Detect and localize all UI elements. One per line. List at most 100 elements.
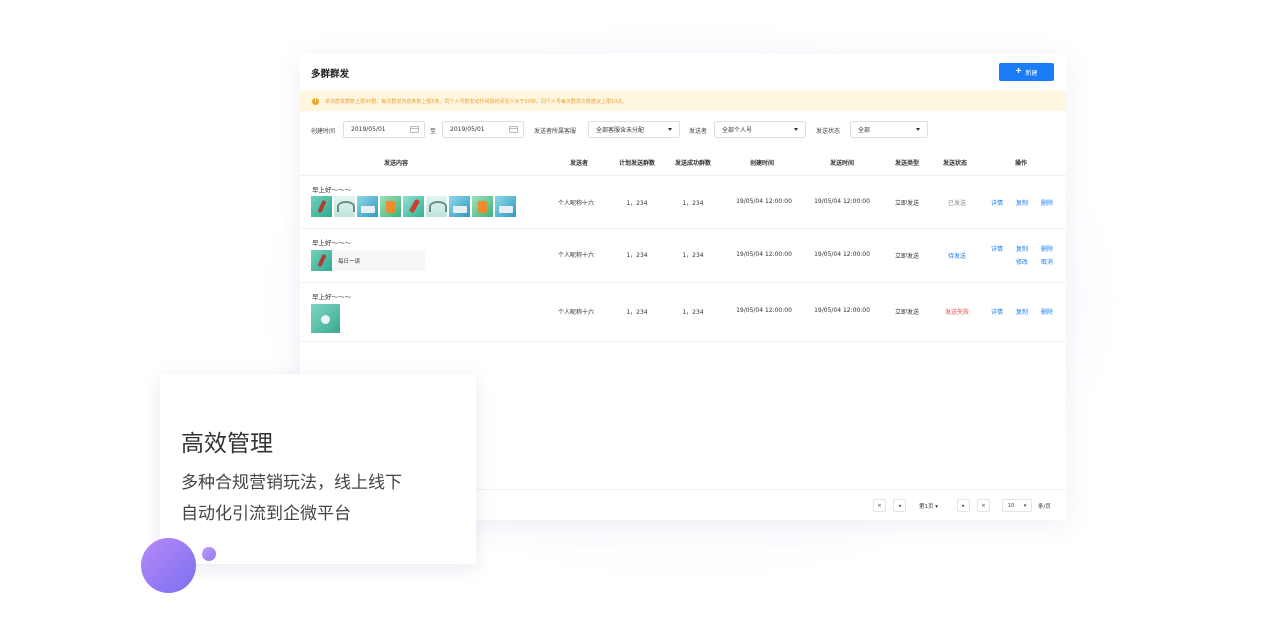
edit-link[interactable]: 修改 [1016, 257, 1028, 266]
greeting-text: 早上好～～～ [312, 186, 351, 194]
feature-title: 高效管理 [181, 431, 273, 457]
table-row: 早上好～～～ 个人昵称十六 1，234 1，234 19/05/04 12:00… [300, 176, 1066, 229]
greeting-text: 早上好～～～ [312, 293, 351, 301]
chevron-down-icon [916, 128, 920, 131]
first-page-icon: × [877, 502, 882, 509]
detail-link[interactable]: 详情 [991, 198, 1003, 207]
sender-cell: 个人昵称十六 [557, 309, 595, 316]
laptop-image[interactable] [357, 196, 378, 217]
notice-bar: ! 单次群发群数上限30群，每次群发内容条数上限5条。同个人号群发动作间隔时间至… [300, 91, 1066, 111]
status-label: 发送状态 [816, 128, 841, 135]
plus-icon: + [1015, 66, 1022, 77]
table-header: 发送内容 发送者 计划发送群数 发送成功群数 创建时间 发送时间 发送类型 发送… [300, 148, 1066, 176]
calendar-icon [410, 126, 419, 133]
created-time-label: 创建时间 [311, 128, 336, 135]
article-card[interactable]: 每日一读 [311, 250, 425, 271]
page-size-value: 10 [1007, 502, 1015, 509]
sent-cell: 19/05/04 12:00:00 [814, 307, 870, 314]
laptop-image[interactable] [495, 196, 516, 217]
mic-image[interactable] [403, 196, 424, 217]
success-cell: 1，234 [682, 309, 704, 316]
sender-cell: 个人昵称十六 [557, 200, 595, 207]
delete-link[interactable]: 删除 [1041, 307, 1053, 316]
copy-link[interactable]: 复制 [1016, 198, 1028, 207]
table-row: 早上好～～～ 个人昵称十六 1，234 1，234 19/05/04 12:00… [300, 283, 1066, 342]
status-select[interactable]: 全部 [850, 121, 928, 138]
sent-cell: 19/05/04 12:00:00 [814, 198, 870, 205]
next-page-button[interactable]: ▸ [957, 499, 970, 512]
page-title: 多群群发 [311, 69, 350, 80]
chevron-right-icon: ▸ [962, 502, 965, 509]
delete-link[interactable]: 删除 [1041, 198, 1053, 207]
panel-header: 多群群发 + 新建 [300, 54, 1066, 91]
wifi-image[interactable] [426, 196, 447, 217]
start-date-value: 2019/05/01 [351, 126, 386, 133]
page-size-select[interactable]: 10 ▾ [1002, 499, 1032, 512]
chevron-down-icon [668, 128, 672, 131]
planned-cell: 1，234 [626, 252, 648, 259]
sender-label: 发送者 [689, 128, 708, 135]
last-page-button[interactable]: × [977, 499, 990, 512]
prev-page-button[interactable]: ◂ [893, 499, 906, 512]
col-content: 发送内容 [383, 160, 409, 167]
detail-link[interactable]: 详情 [991, 244, 1003, 253]
type-cell: 立即发送 [894, 253, 920, 260]
chevron-down-icon: ▾ [1023, 502, 1027, 509]
last-page-icon: × [981, 502, 986, 509]
image-thumbs [311, 196, 516, 217]
service-select[interactable]: 全部客服含未分配 [588, 121, 680, 138]
feature-desc-line1: 多种合规营销玩法，线上线下 [181, 473, 402, 493]
notice-text: 单次群发群数上限30群，每次群发内容条数上限5条。同个人号群发动作间隔时间至少大… [325, 98, 628, 105]
current-page-select[interactable]: 第1页 ▾ [919, 502, 938, 510]
wifi-image[interactable] [334, 196, 355, 217]
sender-cell: 个人昵称十六 [557, 252, 595, 259]
success-cell: 1，234 [682, 200, 704, 207]
current-page-label: 第1页 [919, 504, 934, 510]
sender-select-value: 全部个人号 [722, 127, 753, 134]
new-button-label: 新建 [1025, 70, 1038, 77]
cancel-link[interactable]: 取消 [1041, 257, 1053, 266]
status-badge: 已发送 [947, 200, 967, 207]
table-row: 早上好～～～ 每日一读 个人昵称十六 1，234 1，234 19/05/04 … [300, 229, 1066, 283]
feature-card: 高效管理 多种合规营销玩法，线上线下 自动化引流到企微平台 [160, 374, 476, 564]
col-sent: 发送时间 [829, 160, 855, 167]
col-planned: 计划发送群数 [618, 160, 656, 167]
type-cell: 立即发送 [894, 200, 920, 207]
end-date-input[interactable]: 2019/05/01 [442, 121, 524, 138]
status-badge: 待发送 [947, 253, 967, 260]
col-created: 创建时间 [749, 160, 775, 167]
new-button[interactable]: + 新建 [999, 63, 1054, 81]
greeting-text: 早上好～～～ [312, 239, 351, 247]
status-select-value: 全部 [858, 127, 871, 134]
laptop-image[interactable] [449, 196, 470, 217]
copy-link[interactable]: 复制 [1016, 244, 1028, 253]
success-cell: 1，234 [682, 252, 704, 259]
calendar-icon [509, 126, 518, 133]
orange-image[interactable] [472, 196, 493, 217]
video-image[interactable] [311, 304, 340, 333]
created-cell: 19/05/04 12:00:00 [736, 198, 792, 205]
decor-ball-large [141, 538, 196, 593]
copy-link[interactable]: 复制 [1016, 307, 1028, 316]
type-cell: 立即发送 [894, 309, 920, 316]
image-thumbs [311, 304, 340, 333]
col-sender: 发送者 [569, 160, 589, 167]
created-cell: 19/05/04 12:00:00 [736, 251, 792, 258]
chevron-left-icon: ◂ [898, 502, 901, 509]
mic-image[interactable] [311, 196, 332, 217]
planned-cell: 1，234 [626, 200, 648, 207]
sender-select[interactable]: 全部个人号 [714, 121, 806, 138]
page-size-unit: 条/页 [1038, 504, 1051, 510]
filter-bar: 创建时间 2019/05/01 至 2019/05/01 发送者所属客服 全部客… [300, 120, 1066, 140]
sent-cell: 19/05/04 12:00:00 [814, 251, 870, 258]
start-date-input[interactable]: 2019/05/01 [343, 121, 425, 138]
col-status: 发送状态 [942, 160, 968, 167]
detail-link[interactable]: 详情 [991, 307, 1003, 316]
planned-cell: 1，234 [626, 309, 648, 316]
service-label: 发送者所属客服 [534, 128, 577, 135]
orange-image[interactable] [380, 196, 401, 217]
warning-icon: ! [312, 97, 319, 105]
delete-link[interactable]: 删除 [1041, 244, 1053, 253]
first-page-button[interactable]: × [873, 499, 886, 512]
chevron-down-icon [794, 128, 798, 131]
